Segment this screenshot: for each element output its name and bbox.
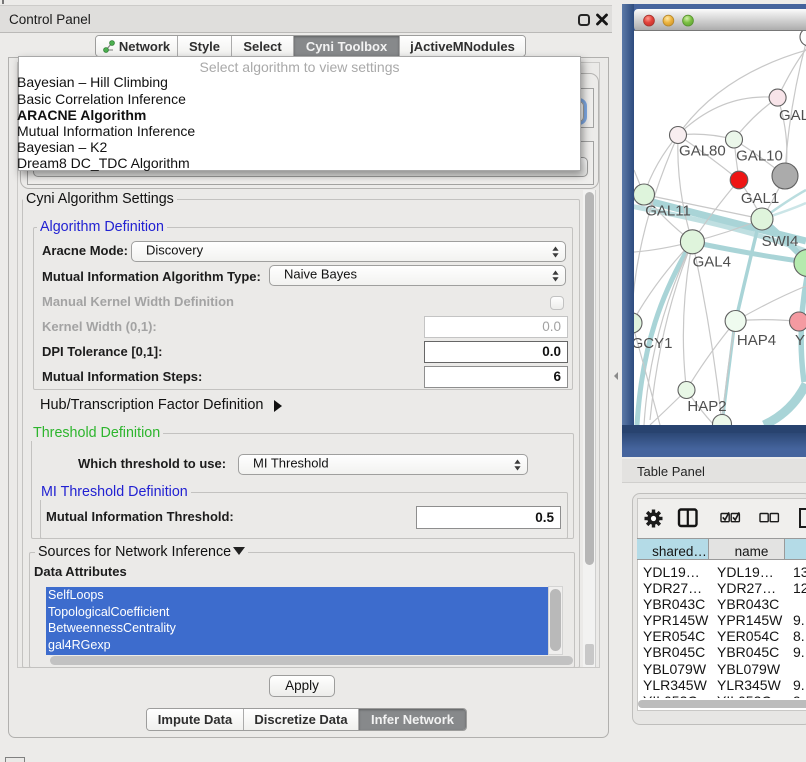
svg-text:GAL7: GAL7 [779, 107, 806, 124]
svg-text:GAL80: GAL80 [679, 143, 726, 160]
svg-text:HAP2: HAP2 [687, 398, 726, 415]
svg-text:GCY1: GCY1 [632, 335, 673, 352]
svg-text:Y: Y [795, 332, 805, 349]
svg-text:GAL4: GAL4 [693, 254, 731, 271]
svg-text:HAP4: HAP4 [737, 332, 776, 349]
svg-text:GAL1: GAL1 [741, 190, 779, 207]
svg-text:SWI4: SWI4 [762, 233, 799, 250]
svg-text:GAL11: GAL11 [645, 203, 691, 220]
svg-text:GAL10: GAL10 [736, 148, 783, 165]
